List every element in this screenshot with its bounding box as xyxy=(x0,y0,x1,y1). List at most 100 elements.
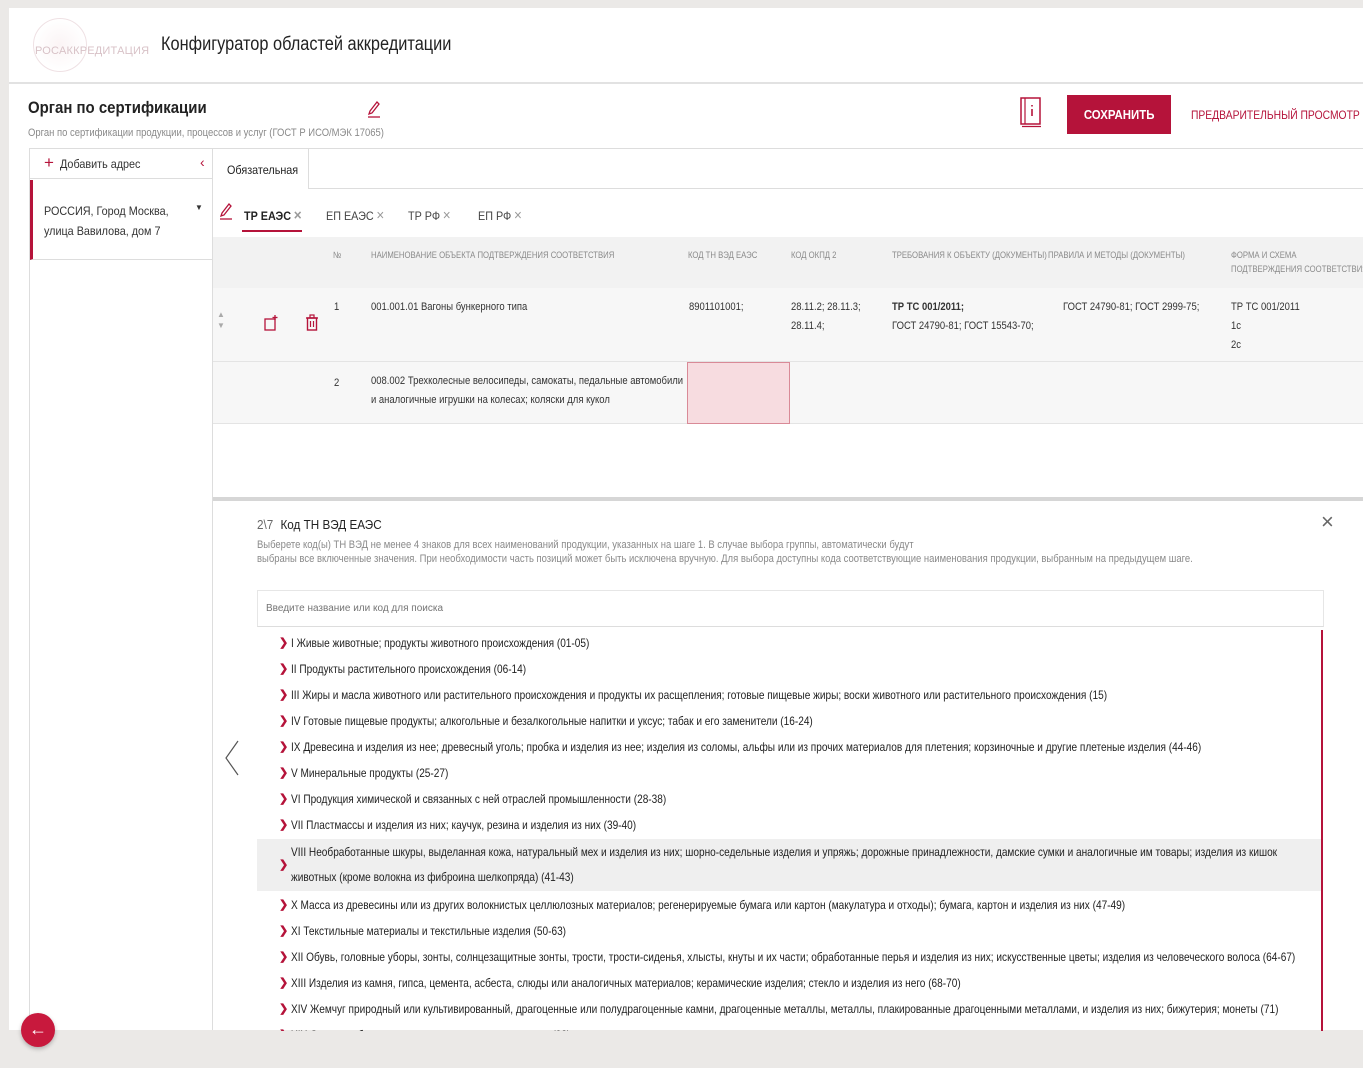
edit-pencil-icon[interactable] xyxy=(367,100,381,118)
step-description: Выберете код(ы) ТН ВЭД не менее 4 знаков… xyxy=(257,538,1306,566)
row-name-line1: 008.002 Трехколесные велосипеды, самокат… xyxy=(371,375,684,387)
row-req-line2: ГОСТ 24790-81; ГОСТ 15543-70; xyxy=(892,320,1034,332)
list-item[interactable]: ❯ XI Текстильные материалы и текстильные … xyxy=(257,918,1321,944)
dropdown-caret-icon[interactable]: ▼ xyxy=(195,203,203,212)
row-tnved: 8901101001; xyxy=(689,301,744,313)
chevron-right-icon[interactable]: ❯ xyxy=(279,688,288,701)
list-item-label: II Продукты растительного происхождения … xyxy=(291,662,527,676)
col-requirements: ТРЕБОВАНИЯ К ОБЪЕКТУ (ДОКУМЕНТЫ) xyxy=(892,250,1047,260)
list-item-label: IV Готовые пищевые продукты; алкогольные… xyxy=(291,714,813,728)
chevron-right-icon[interactable]: ❯ xyxy=(279,1028,288,1031)
list-item-label: V Минеральные продукты (25-27) xyxy=(291,766,449,780)
subtab-ep-rf[interactable]: ЕП РФ × xyxy=(478,207,522,224)
close-panel-icon[interactable]: × xyxy=(1321,511,1334,533)
subtab-ep-eaes[interactable]: ЕП ЕАЭС × xyxy=(326,207,384,224)
collapse-chevron-icon[interactable]: ‹ xyxy=(200,154,205,170)
close-icon[interactable]: × xyxy=(376,207,384,224)
trash-icon[interactable] xyxy=(305,314,319,332)
address-sidebar: + Добавить адрес ‹ РОССИЯ, Город Москва,… xyxy=(29,148,213,1030)
list-item[interactable]: ❯ IV Готовые пищевые продукты; алкогольны… xyxy=(257,708,1321,734)
regulation-subtabs: ТР ЕАЭС × ЕП ЕАЭС × ТР РФ × ЕП РФ × xyxy=(213,194,1363,236)
chevron-right-icon[interactable]: ❯ xyxy=(279,1002,288,1015)
row-name: 001.001.01 Вагоны бункерного типа xyxy=(371,301,528,313)
copy-icon[interactable] xyxy=(264,314,278,332)
tnved-empty-error-cell[interactable] xyxy=(687,362,790,424)
subtab-label: ЕП РФ xyxy=(478,209,512,223)
chevron-right-icon[interactable]: ❯ xyxy=(279,740,288,753)
list-item[interactable]: ❯ IX Древесина и изделия из нее; древесны… xyxy=(257,734,1321,760)
search-input[interactable] xyxy=(257,590,1324,627)
tab-divider xyxy=(309,188,1363,189)
chevron-right-icon[interactable]: ❯ xyxy=(279,766,288,779)
main-area: Обязательная ТР ЕАЭС × ЕП ЕАЭС × ТР РФ × ЕП… xyxy=(212,148,1363,1031)
chevron-right-icon[interactable]: ❯ xyxy=(279,662,288,675)
tab-mandatory[interactable]: Обязательная xyxy=(213,149,309,189)
list-item-label: III Жиры и масла животного или раститель… xyxy=(291,688,1108,702)
chevron-right-icon[interactable]: ❯ xyxy=(279,976,288,989)
preview-link[interactable]: ПРЕДВАРИТЕЛЬНЫЙ ПРОСМОТР→ xyxy=(1191,108,1363,122)
subtab-label: ТР ЕАЭС xyxy=(244,209,292,223)
row-okpd-line2: 28.11.4; xyxy=(791,320,825,332)
back-arrow-button[interactable]: ← xyxy=(21,1013,55,1047)
list-item-label: I Живые животные; продукты животного про… xyxy=(291,636,590,650)
desc-line1: Выберете код(ы) ТН ВЭД не менее 4 знаков… xyxy=(257,539,914,551)
chevron-right-icon[interactable]: ❯ xyxy=(279,858,288,871)
org-subtitle: Орган по сертификации продукции, процесс… xyxy=(28,127,384,139)
chevron-left-icon[interactable] xyxy=(223,739,241,777)
chevron-right-icon[interactable]: ❯ xyxy=(279,636,288,649)
list-item[interactable]: ❯ X Масса из древесины или из других воло… xyxy=(257,892,1321,918)
subtab-tr-rf[interactable]: ТР РФ × xyxy=(408,207,451,224)
list-item[interactable]: ❯ VII Пластмассы и изделия из них; каучук… xyxy=(257,812,1321,838)
chevron-right-icon[interactable]: ❯ xyxy=(279,950,288,963)
desc-line2: выбраны все включенные значения. При нео… xyxy=(257,553,1193,565)
subtab-tr-eaes[interactable]: ТР ЕАЭС × xyxy=(244,207,302,224)
col-name: НАИМЕНОВАНИЕ ОБЪЕКТА ПОДТВЕРЖДЕНИЯ СООТВ… xyxy=(371,250,615,260)
row-form-line3: 2с xyxy=(1231,339,1241,351)
table-row[interactable]: 2 008.002 Трехколесные велосипеды, самок… xyxy=(213,362,1363,424)
chevron-right-icon[interactable]: ❯ xyxy=(279,818,288,831)
list-item-label: VIII Необработанные шкуры, выделанная ко… xyxy=(291,845,1278,859)
close-icon[interactable]: × xyxy=(514,207,522,224)
close-icon[interactable]: × xyxy=(443,207,451,224)
preview-label: ПРЕДВАРИТЕЛЬНЫЙ ПРОСМОТР xyxy=(1191,108,1360,122)
address-item[interactable]: РОССИЯ, Город Москва, улица Вавилова, до… xyxy=(30,180,212,260)
list-item-label-cont: животных (кроме волокна из фиброина шелк… xyxy=(291,870,574,884)
list-item[interactable]: ❯ III Жиры и масла животного или растител… xyxy=(257,682,1321,708)
chevron-right-icon[interactable]: ❯ xyxy=(279,924,288,937)
chevron-right-icon[interactable]: ❯ xyxy=(279,898,288,911)
chevron-right-icon[interactable]: ❯ xyxy=(279,792,288,805)
row-okpd: 28.11.2; 28.11.3; 28.11.4; xyxy=(791,298,861,336)
list-item[interactable]: ❯ II Продукты растительного происхождения… xyxy=(257,656,1321,682)
list-item-label: VII Пластмассы и изделия из них; каучук,… xyxy=(291,818,637,832)
edit-pencil-icon[interactable] xyxy=(219,202,233,220)
arrow-left-icon: ← xyxy=(29,1019,47,1039)
list-item-highlighted[interactable]: ❯ VIII Необработанные шкуры, выделанная к… xyxy=(257,839,1321,891)
info-book-icon[interactable] xyxy=(1019,96,1043,128)
save-button[interactable]: СОХРАНИТЬ xyxy=(1067,95,1171,134)
app-title: Конфигуратор областей аккредитации xyxy=(161,34,452,55)
reorder-arrows-icon[interactable]: ▲ ▼ xyxy=(217,309,225,331)
list-item[interactable]: ❯ V Минеральные продукты (25-27) xyxy=(257,760,1321,786)
row-okpd-line1: 28.11.2; 28.11.3; xyxy=(791,301,861,313)
list-item[interactable]: ❯ XIV Жемчуг природный или культивированн… xyxy=(257,996,1321,1022)
list-item[interactable]: ❯XIX Оружие и боеприпасы; их части и при… xyxy=(257,1022,1321,1031)
panel-divider[interactable] xyxy=(213,497,1363,501)
chevron-right-icon[interactable]: ❯ xyxy=(279,714,288,727)
step-counter: 2\7 xyxy=(257,517,274,532)
list-item[interactable]: ❯ VI Продукция химической и связанных с н… xyxy=(257,786,1321,812)
table-row[interactable]: ▲ ▼ 1 001.001.01 Вагоны бункерного типа 8… xyxy=(213,288,1363,362)
row-name-line2: и аналогичные игрушки на колесах; коляск… xyxy=(371,394,610,406)
col-num: № xyxy=(333,250,342,260)
add-address-button[interactable]: + Добавить адрес ‹ xyxy=(30,149,212,179)
tab-mandatory-label: Обязательная xyxy=(227,163,299,177)
list-item[interactable]: ❯ XIII Изделия из камня, гипса, цемента, … xyxy=(257,970,1321,996)
list-item[interactable]: ❯ XII Обувь, головные уборы, зонты, солнц… xyxy=(257,944,1321,970)
address-text: РОССИЯ, Город Москва, улица Вавилова, до… xyxy=(44,204,169,238)
list-item-label: IX Древесина и изделия из нее; древесный… xyxy=(291,740,1202,754)
close-icon[interactable]: × xyxy=(294,207,302,224)
list-item-label: XIV Жемчуг природный или культивированны… xyxy=(291,1002,1279,1016)
list-item[interactable]: ❯ I Живые животные; продукты животного пр… xyxy=(257,630,1321,656)
row-form-line1: ТР ТС 001/2011 xyxy=(1231,301,1300,313)
logo: РОСАККРЕДИТАЦИЯ xyxy=(29,14,149,74)
row-req-line1: ТР ТС 001/2011; xyxy=(892,301,965,313)
